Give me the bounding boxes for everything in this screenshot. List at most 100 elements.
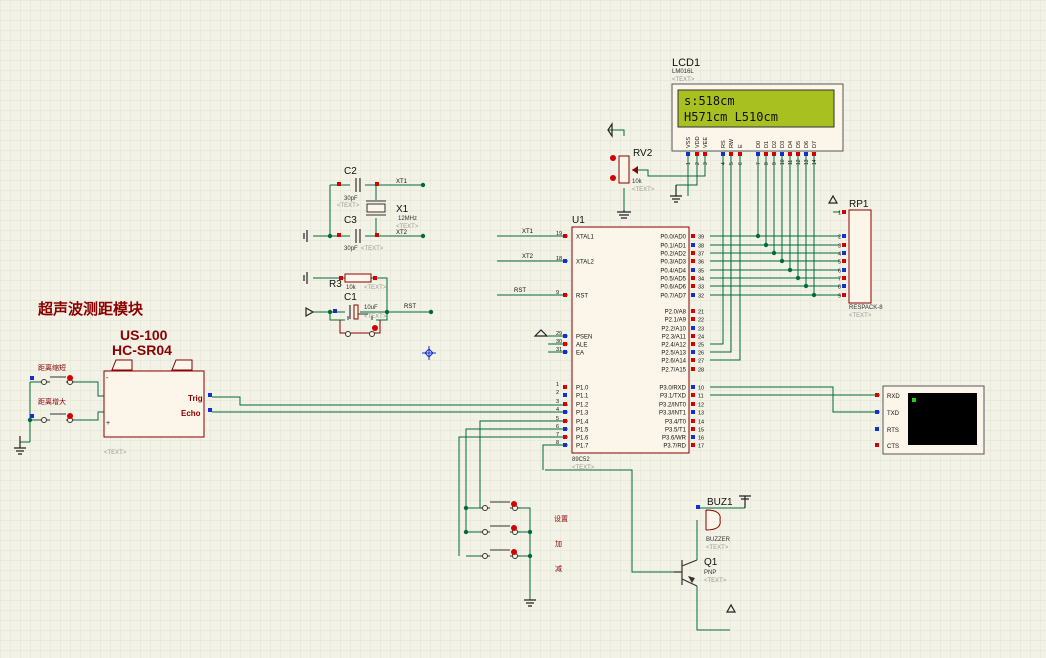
u1-pin-state	[691, 234, 695, 238]
lcd-pin-name: RW	[729, 138, 735, 148]
lcd-line1: s:518cm	[684, 94, 735, 108]
u1-pin-name: P0.1/AD1	[660, 244, 686, 250]
u1-pin-name: P0.6/AD6	[660, 285, 686, 291]
lcd-ref: LCD1	[672, 57, 700, 69]
u1-pin-name: P1.6	[576, 436, 589, 442]
lcd-pin-state	[686, 152, 690, 156]
lcd-pin-state	[695, 152, 699, 156]
u1-pin-state	[563, 385, 567, 389]
c2-ref: C2	[344, 166, 357, 177]
u1-pin-name: PSEN	[576, 335, 592, 341]
rp1-pin-state	[842, 276, 846, 280]
lcd-pin-name: D4	[788, 141, 794, 148]
u1-pin-number: 22	[698, 318, 704, 324]
u1-pin-name: RST	[576, 294, 588, 300]
u1-pin-number: 19	[556, 231, 562, 237]
lcd-pin-number: 1	[686, 162, 692, 165]
r3-text-tag: <TEXT>	[364, 285, 387, 291]
rp1-pin-number: 1	[838, 211, 841, 217]
schematic-canvas[interactable]: LCD1 LM016L <TEXT> s:518cm H571cm L510cm…	[0, 0, 1046, 658]
u1-pin-state	[563, 334, 567, 338]
u1-pin-state	[691, 393, 695, 397]
u1-pin-name: P3.7/RD	[663, 444, 686, 450]
u1-pin-number: 33	[698, 285, 704, 291]
lcd-pin-number: 5	[729, 162, 735, 165]
u1-pin-state	[563, 350, 567, 354]
us100-echo: Echo	[181, 409, 201, 418]
rp1-part: RESPACK-8	[849, 305, 883, 311]
u1-pin-number: 32	[698, 294, 704, 300]
u1-pin-state	[563, 419, 567, 423]
lcd-pin-state	[812, 152, 816, 156]
u1-pin-name: P1.0	[576, 386, 589, 392]
rv2-body	[618, 155, 630, 184]
lcd-pin-state	[788, 152, 792, 156]
lcd-pin-name: D5	[796, 141, 802, 148]
u1-pin-number: 29	[556, 331, 562, 337]
rp1-pin-state	[842, 251, 846, 255]
u1-pin-state	[563, 427, 567, 431]
u1-pin-state	[691, 367, 695, 371]
rp1-pin-state	[842, 259, 846, 263]
rv2-ref: RV2	[633, 148, 653, 159]
c1-value: 10uF	[364, 305, 378, 311]
terminal-pin-txd: TXD	[887, 411, 900, 417]
rp1-pin-number: 3	[838, 244, 841, 250]
lcd-pin-state	[738, 152, 742, 156]
terminal-screen	[908, 393, 977, 445]
lcd-pin-name: D0	[756, 141, 762, 148]
rp1-pin-number: 2	[838, 235, 841, 241]
rp1-pin-number: 8	[838, 285, 841, 291]
lcd-pin-number: 7	[756, 162, 762, 165]
u1-pin-name: P0.2/AD2	[660, 252, 686, 258]
u1-pin-number: 8	[556, 440, 559, 446]
u1-pin-state	[563, 435, 567, 439]
rv2-text-tag: <TEXT>	[632, 187, 655, 193]
u1-pin-number: 10	[698, 386, 704, 392]
u1-pin-number: 4	[556, 407, 559, 413]
u1-pin-state	[691, 326, 695, 330]
rp1-pin-number: 7	[838, 277, 841, 283]
rp1-body	[848, 209, 872, 304]
virtual-terminal[interactable]: RXD TXD RTS CTS	[875, 385, 985, 455]
u1-pin-number: 16	[698, 436, 704, 442]
u1-pin-state	[691, 435, 695, 439]
u1-pin-name: P0.5/AD5	[660, 277, 686, 283]
lcd-pin-name: E	[738, 144, 744, 148]
u1-pin-number: 21	[698, 310, 704, 316]
q1-part: PNP	[704, 570, 716, 576]
u1-pin-number: 38	[698, 244, 704, 250]
u1-pin-number: 26	[698, 351, 704, 357]
u1[interactable]: U1 89C52 <TEXT> XTAL119XTAL218RST9PSEN29…	[556, 215, 704, 471]
u1-pin-state	[691, 410, 695, 414]
lcd-pin-number: 13	[804, 159, 810, 165]
u1-pin-name: P1.4	[576, 420, 589, 426]
u1-pin-name: P3.0/RXD	[659, 386, 686, 392]
rp1-text-tag: <TEXT>	[849, 313, 872, 319]
u1-pin-name: P3.4/T0	[665, 420, 687, 426]
rp1-pin-state	[842, 268, 846, 272]
u1-pin-state	[691, 427, 695, 431]
u1-text-tag: <TEXT>	[572, 465, 595, 471]
lcd-pin-state	[804, 152, 808, 156]
u1-pin-number: 11	[698, 394, 704, 400]
u1-pin-name: P3.6/WR	[662, 436, 687, 442]
u1-pin-number: 34	[698, 277, 704, 283]
u1-pin-name: P0.4/AD4	[660, 269, 686, 275]
lcd-pin-state	[756, 152, 760, 156]
u1-pin-name: P3.2/INT0	[659, 403, 687, 409]
c3-text-tag: <TEXT>	[361, 246, 384, 252]
rv2-value: 10k	[632, 179, 643, 185]
u1-pin-name: ALE	[576, 343, 587, 349]
rp1-pin-number: 4	[838, 252, 841, 258]
u1-pin-name: XTAL2	[576, 260, 595, 266]
net-rst-reset: RST	[404, 304, 416, 310]
us100-title2: HC-SR04	[112, 342, 172, 358]
rp1-pin-state	[842, 243, 846, 247]
lcd-pin-number: 10	[780, 159, 786, 165]
u1-pin-number: 5	[556, 416, 559, 422]
u1-pin-state	[563, 234, 567, 238]
u1-part: 89C52	[572, 457, 590, 463]
u1-pin-name: P1.2	[576, 403, 589, 409]
lcd-pin-state	[796, 152, 800, 156]
